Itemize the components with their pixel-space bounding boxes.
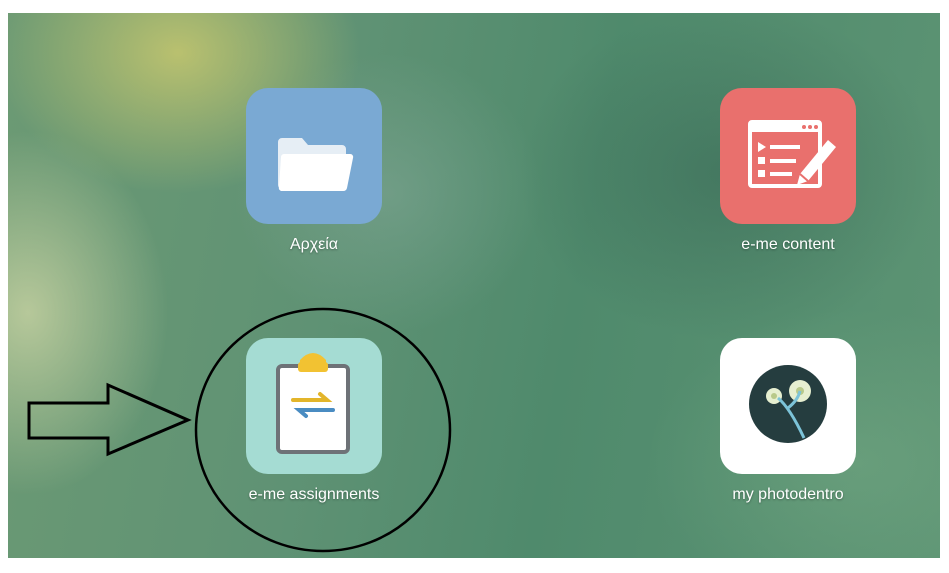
- app-tile-eme-content[interactable]: [720, 88, 856, 224]
- app-tile-my-photodentro[interactable]: [720, 338, 856, 474]
- content-editor-icon: [748, 120, 836, 188]
- app-label-eme-assignments: e-me assignments: [248, 486, 380, 503]
- clipboard-assignment-icon: [276, 353, 350, 454]
- app-tile-eme-assignments[interactable]: [246, 338, 382, 474]
- app-label-my-photodentro: my photodentro: [732, 486, 844, 503]
- folder-icon: [278, 138, 354, 192]
- app-my-photodentro[interactable]: my photodentro: [703, 338, 873, 504]
- app-label-eme-content: e-me content: [741, 236, 835, 253]
- app-eme-assignments[interactable]: e-me assignments: [229, 338, 399, 504]
- app-label-files: Αρχεία: [289, 236, 339, 253]
- app-files[interactable]: Αρχεία: [229, 88, 399, 254]
- app-eme-content[interactable]: e-me content: [703, 88, 873, 254]
- photodentro-icon: [749, 365, 827, 443]
- desktop: Αρχεία e-me content e-me assignments my …: [8, 13, 940, 558]
- app-tile-files[interactable]: [246, 88, 382, 224]
